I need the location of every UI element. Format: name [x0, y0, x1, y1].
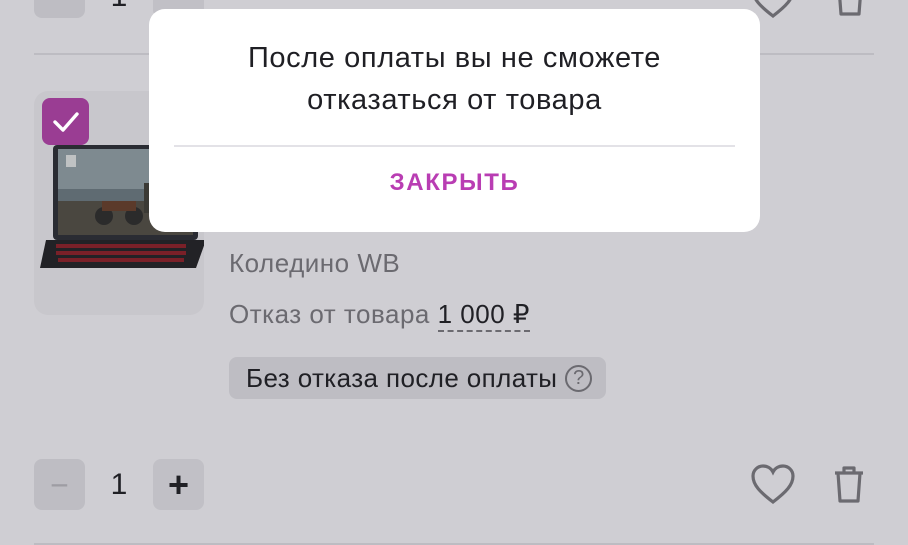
trash-icon [835, 466, 863, 503]
help-icon[interactable]: ? [565, 364, 593, 392]
refund-price[interactable]: 1 000 ₽ [437, 299, 530, 332]
refund-info: Отказ от товара 1 000 ₽ [229, 299, 530, 332]
favorite-button[interactable] [748, 462, 798, 506]
trash-icon [838, 0, 862, 16]
dialog-message: После оплаты вы не сможете отказаться от… [247, 42, 661, 116]
heart-icon [751, 464, 795, 504]
no-refund-badge: Без отказа после оплаты ? [229, 357, 607, 399]
prev-delete-button[interactable] [830, 0, 870, 18]
plus-icon: + [167, 463, 190, 505]
badge-label: Без отказа после оплаты [246, 362, 558, 393]
quantity-value: 1 [110, 468, 128, 501]
payment-warning-dialog: После оплаты вы не сможете отказаться от… [149, 9, 760, 232]
refund-label: Отказ от товара [229, 299, 430, 329]
product-select-checkbox[interactable] [42, 98, 89, 145]
prev-minus-button[interactable] [34, 0, 85, 18]
warehouse-label: Коледино WB [229, 248, 401, 278]
dialog-divider [174, 145, 735, 147]
close-button[interactable]: ЗАКРЫТЬ [149, 169, 760, 197]
delete-button[interactable] [828, 462, 870, 506]
quantity-plus-button[interactable]: + [153, 459, 204, 510]
prev-quantity-value: 1 [99, 0, 139, 14]
minus-icon: − [50, 466, 69, 503]
checkmark-icon [52, 111, 79, 132]
quantity-minus-button[interactable]: − [34, 459, 85, 510]
